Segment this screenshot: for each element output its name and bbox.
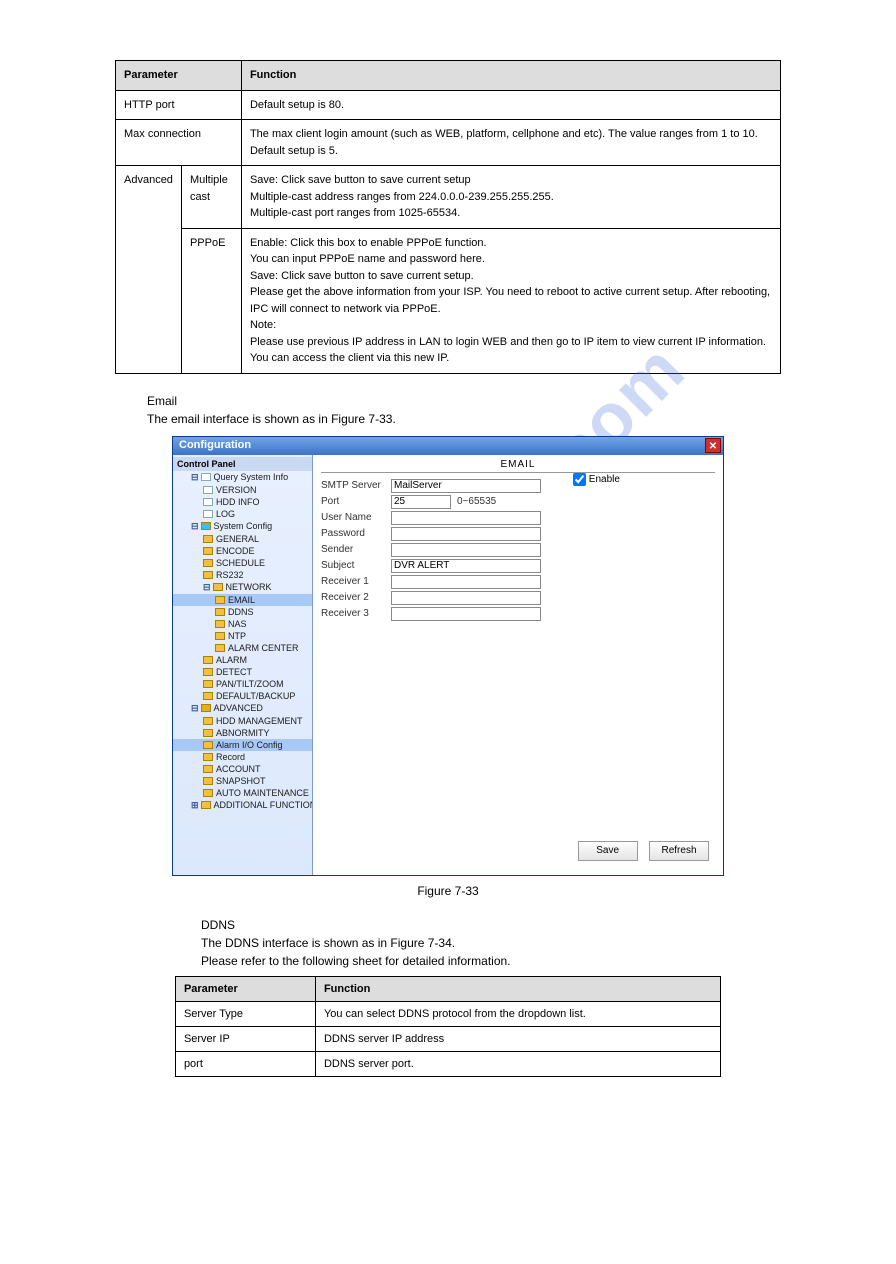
tree-hdd-info[interactable]: HDD INFO bbox=[173, 496, 312, 508]
tree-schedule[interactable]: SCHEDULE bbox=[173, 557, 312, 569]
cell-sub: PPPoE bbox=[181, 228, 241, 373]
receiver1-input[interactable] bbox=[391, 575, 541, 589]
tree-alarm-io[interactable]: Alarm I/O Config bbox=[173, 739, 312, 751]
tree-header: Control Panel bbox=[173, 457, 312, 471]
th-parameter: Parameter bbox=[116, 61, 242, 91]
tree-encode[interactable]: ENCODE bbox=[173, 545, 312, 557]
email-heading: Email bbox=[147, 394, 781, 408]
email-intro: The email interface is shown as in Figur… bbox=[147, 412, 781, 426]
tree-ntp[interactable]: NTP bbox=[173, 630, 312, 642]
refresh-button[interactable]: Refresh bbox=[649, 841, 709, 861]
cell-param: HTTP port bbox=[116, 90, 242, 120]
ddns-intro: The DDNS interface is shown as in Figure… bbox=[201, 934, 695, 970]
subject-label: Subject bbox=[321, 560, 391, 571]
cell-sub: Multiple cast bbox=[181, 166, 241, 229]
tree-log[interactable]: LOG bbox=[173, 508, 312, 520]
tree-additional[interactable]: ⊞ADDITIONAL FUNCTION bbox=[173, 799, 312, 812]
save-button[interactable]: Save bbox=[578, 841, 638, 861]
tree-abnormity[interactable]: ABNORMITY bbox=[173, 727, 312, 739]
window-title: Configuration bbox=[179, 439, 251, 451]
tree-snapshot[interactable]: SNAPSHOT bbox=[173, 775, 312, 787]
tree-version[interactable]: VERSION bbox=[173, 484, 312, 496]
port-label: Port bbox=[321, 496, 391, 507]
tree-nas[interactable]: NAS bbox=[173, 618, 312, 630]
tree-panel: Control Panel ⊟Query System Info VERSION… bbox=[173, 455, 313, 875]
cell-func: You can select DDNS protocol from the dr… bbox=[315, 1001, 720, 1026]
form-area: EMAIL Enable SMTP Server Port 0~65535 Us… bbox=[313, 455, 723, 875]
receiver1-label: Receiver 1 bbox=[321, 576, 391, 587]
tree-ptz[interactable]: PAN/TILT/ZOOM bbox=[173, 678, 312, 690]
port-input[interactable] bbox=[391, 495, 451, 509]
sender-label: Sender bbox=[321, 544, 391, 555]
smtp-input[interactable] bbox=[391, 479, 541, 493]
enable-checkbox[interactable] bbox=[573, 473, 586, 486]
configuration-window: Configuration ✕ Control Panel ⊟Query Sys… bbox=[172, 436, 724, 876]
subject-input[interactable] bbox=[391, 559, 541, 573]
sender-input[interactable] bbox=[391, 543, 541, 557]
tree-account[interactable]: ACCOUNT bbox=[173, 763, 312, 775]
tree-system-config[interactable]: ⊟System Config bbox=[173, 520, 312, 533]
user-input[interactable] bbox=[391, 511, 541, 525]
cell-func: The max client login amount (such as WEB… bbox=[241, 120, 780, 166]
enable-checkbox-group: Enable bbox=[573, 473, 620, 486]
ddns-parameter-table: Parameter Function Server Type You can s… bbox=[175, 976, 721, 1077]
cell-param: Server IP bbox=[175, 1026, 315, 1051]
tree-ddns[interactable]: DDNS bbox=[173, 606, 312, 618]
password-input[interactable] bbox=[391, 527, 541, 541]
tree-detect[interactable]: DETECT bbox=[173, 666, 312, 678]
tree-rs232[interactable]: RS232 bbox=[173, 569, 312, 581]
tree-record[interactable]: Record bbox=[173, 751, 312, 763]
cell-func: DDNS server port. bbox=[315, 1051, 720, 1076]
receiver2-label: Receiver 2 bbox=[321, 592, 391, 603]
close-icon[interactable]: ✕ bbox=[705, 438, 721, 453]
tree-auto-maint[interactable]: AUTO MAINTENANCE bbox=[173, 787, 312, 799]
form-heading: EMAIL bbox=[321, 459, 715, 473]
window-titlebar: Configuration ✕ bbox=[173, 437, 723, 455]
tree-network[interactable]: ⊟NETWORK bbox=[173, 581, 312, 594]
parameter-function-table-1: Parameter Function HTTP port Default set… bbox=[115, 60, 781, 374]
cell-advanced: Advanced bbox=[116, 166, 182, 374]
receiver3-input[interactable] bbox=[391, 607, 541, 621]
tree-alarm[interactable]: ALARM bbox=[173, 654, 312, 666]
ddns-heading: DDNS bbox=[201, 916, 695, 934]
tree-alarm-center[interactable]: ALARM CENTER bbox=[173, 642, 312, 654]
tree-general[interactable]: GENERAL bbox=[173, 533, 312, 545]
cell-func: Save: Click save button to save current … bbox=[241, 166, 780, 229]
receiver2-input[interactable] bbox=[391, 591, 541, 605]
figure-caption: Figure 7-33 bbox=[115, 884, 781, 898]
th-parameter: Parameter bbox=[175, 976, 315, 1001]
tree-default-backup[interactable]: DEFAULT/BACKUP bbox=[173, 690, 312, 702]
user-label: User Name bbox=[321, 512, 391, 523]
port-hint: 0~65535 bbox=[457, 496, 496, 507]
cell-func: DDNS server IP address bbox=[315, 1026, 720, 1051]
tree-hdd-mgmt[interactable]: HDD MANAGEMENT bbox=[173, 715, 312, 727]
receiver3-label: Receiver 3 bbox=[321, 608, 391, 619]
cell-param: Server Type bbox=[175, 1001, 315, 1026]
cell-param: Max connection bbox=[116, 120, 242, 166]
cell-func: Default setup is 80. bbox=[241, 90, 780, 120]
tree-query-system-info[interactable]: ⊟Query System Info bbox=[173, 471, 312, 484]
smtp-label: SMTP Server bbox=[321, 480, 391, 491]
tree-advanced[interactable]: ⊟ADVANCED bbox=[173, 702, 312, 715]
cell-param: port bbox=[175, 1051, 315, 1076]
th-function: Function bbox=[241, 61, 780, 91]
th-function: Function bbox=[315, 976, 720, 1001]
password-label: Password bbox=[321, 528, 391, 539]
tree-email[interactable]: EMAIL bbox=[173, 594, 312, 606]
cell-func: Enable: Click this box to enable PPPoE f… bbox=[241, 228, 780, 373]
enable-label: Enable bbox=[589, 474, 620, 485]
